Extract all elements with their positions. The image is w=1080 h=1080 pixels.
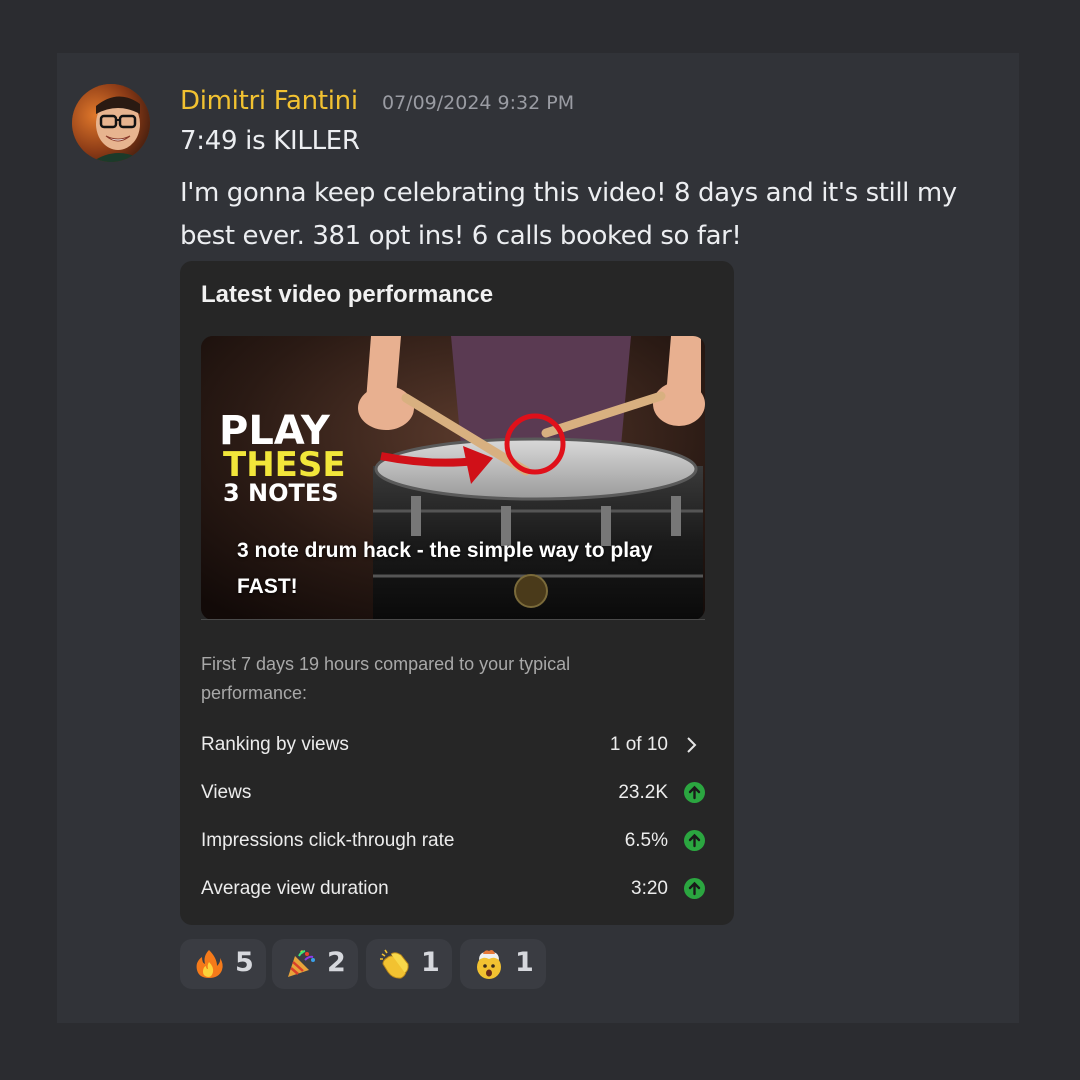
stat-row-avg-duration: Average view duration 3:20 [201, 875, 706, 905]
comparison-description: First 7 days 19 hours compared to your t… [201, 654, 571, 703]
fire-icon [193, 948, 225, 980]
reaction-clap[interactable]: 1 [366, 939, 452, 989]
chevron-right-icon[interactable] [686, 736, 698, 760]
reaction-count: 2 [327, 947, 346, 978]
reaction-fire[interactable]: 5 [180, 939, 266, 989]
stat-value: 3:20 [631, 878, 668, 899]
stat-value: 23.2K [618, 782, 668, 803]
stat-row-views: Views 23.2K [201, 779, 706, 809]
video-thumbnail[interactable]: PLAY THESE 3 NOTES 3 note drum hack - th… [201, 336, 705, 620]
message-timestamp: 07/09/2024 9:32 PM [382, 92, 575, 114]
arrow-up-icon [684, 830, 705, 851]
stat-row-ranking[interactable]: Ranking by views 1 of 10 [201, 731, 706, 761]
thumbnail-text-notes: 3 NOTES [223, 479, 339, 507]
party-popper-icon [285, 948, 317, 980]
message-text-line: 7:49 is KILLER [180, 126, 360, 156]
exploding-head-icon [473, 948, 505, 980]
stat-label: Ranking by views [201, 734, 349, 755]
arrow-up-icon [684, 782, 705, 803]
arrow-up-icon [684, 878, 705, 899]
reaction-count: 1 [421, 947, 440, 978]
avatar[interactable] [72, 84, 150, 162]
reaction-count: 1 [515, 947, 534, 978]
reaction-mind-blown[interactable]: 1 [460, 939, 546, 989]
divider [201, 619, 705, 620]
stat-value: 6.5% [624, 830, 668, 851]
card-title: Latest video performance [201, 281, 494, 308]
stat-label: Views [201, 782, 252, 803]
stat-value: 1 of 10 [609, 734, 668, 755]
clapping-hands-icon [379, 948, 411, 980]
message-text-body: I'm gonna keep celebrating this video! 8… [180, 178, 957, 251]
stat-row-ctr: Impressions click-through rate 6.5% [201, 827, 706, 857]
video-performance-card: Latest video performance PLAY THESE 3 NO… [180, 261, 734, 925]
reaction-party[interactable]: 2 [272, 939, 358, 989]
reaction-count: 5 [235, 947, 254, 978]
username[interactable]: Dimitri Fantini [180, 86, 358, 116]
stat-label: Average view duration [201, 878, 389, 899]
video-title: 3 note drum hack - the simple way to pla… [237, 539, 653, 598]
stat-label: Impressions click-through rate [201, 830, 455, 851]
